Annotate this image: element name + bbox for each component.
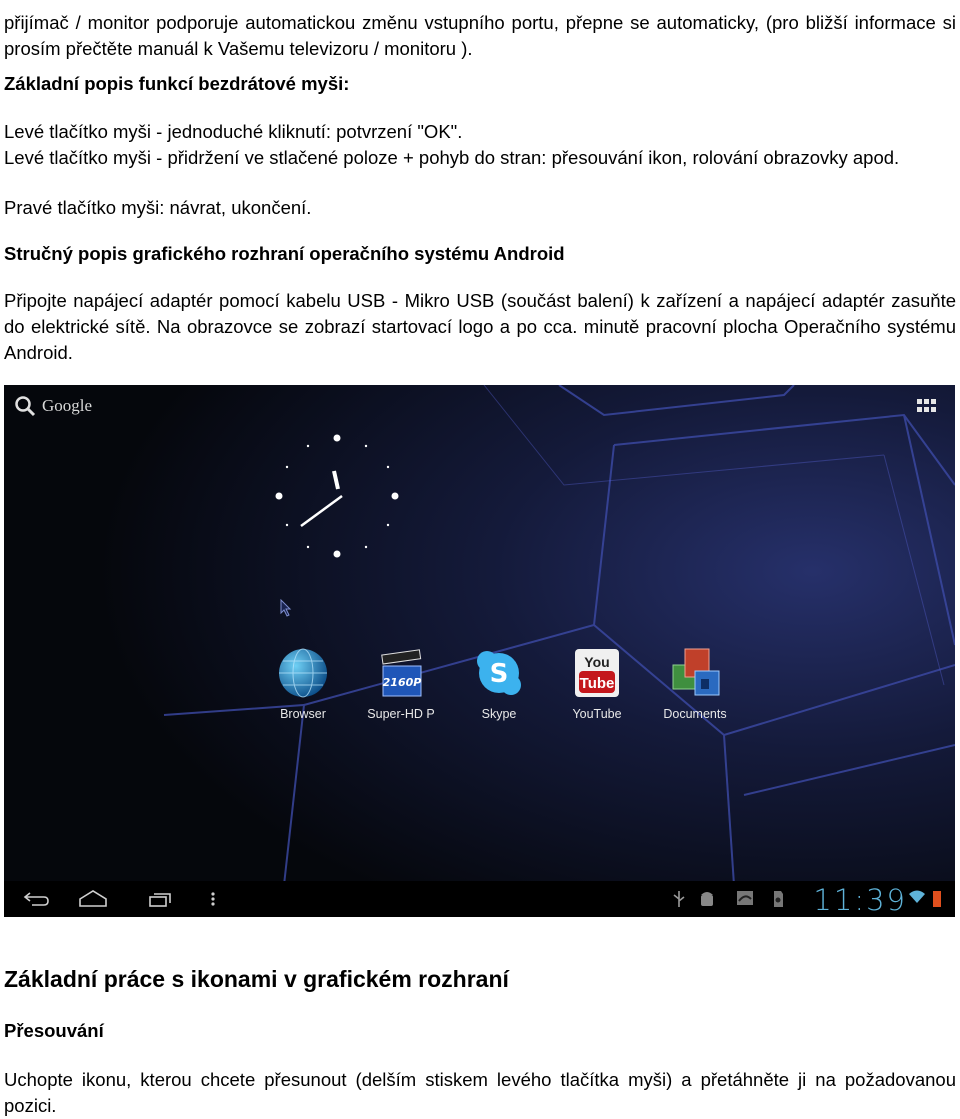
app-youtube[interactable]: You Tube YouTube bbox=[548, 647, 646, 721]
clapper-text: 2160P bbox=[383, 676, 422, 689]
skype-icon: S bbox=[477, 651, 521, 695]
google-search-bar[interactable]: Google bbox=[14, 395, 92, 417]
youtube-icon: You Tube bbox=[575, 649, 619, 697]
app-label: Browser bbox=[280, 707, 326, 721]
mouse-item-2: Levé tlačítko myši - přidržení ve stlače… bbox=[4, 147, 900, 168]
system-navigation-bar: 11:39 bbox=[4, 881, 955, 917]
mouse-item-1: Levé tlačítko myši - jednoduché kliknutí… bbox=[4, 121, 463, 142]
moving-subheading: Přesouvání bbox=[4, 1020, 104, 1041]
wifi-signal-icon bbox=[909, 890, 925, 903]
battery-low-icon bbox=[933, 891, 941, 907]
usb-icon bbox=[673, 891, 685, 907]
mouse-heading: Základní popis funkcí bezdrátové myši: bbox=[4, 73, 350, 94]
android-paragraph: Připojte napájecí adaptér pomocí kabelu … bbox=[4, 290, 956, 363]
search-icon bbox=[15, 396, 36, 417]
icons-heading: Základní práce s ikonami v grafickém roz… bbox=[4, 966, 509, 992]
app-label: Skype bbox=[481, 707, 517, 721]
app-shortcuts: Browser 2160P Super-HD P S Skype You Tub… bbox=[254, 647, 744, 721]
recent-apps-button[interactable] bbox=[148, 889, 174, 909]
mouse-pointer-icon bbox=[280, 599, 292, 617]
google-label: Google bbox=[42, 396, 93, 415]
clapperboard-2160p-icon: 2160P bbox=[381, 649, 422, 697]
sd-card-icon bbox=[774, 891, 783, 907]
intro-paragraph: přijímač / monitor podporuje automaticko… bbox=[4, 12, 956, 59]
documents-icon bbox=[672, 648, 720, 696]
app-label: Documents bbox=[663, 707, 727, 721]
youtube-top: You bbox=[584, 654, 609, 670]
android-debug-icon bbox=[701, 892, 713, 906]
skype-letter: S bbox=[490, 659, 509, 689]
mouse-item-3: Pravé tlačítko myši: návrat, ukončení. bbox=[4, 197, 312, 218]
status-time: 11:39 bbox=[813, 883, 907, 917]
app-label: Super-HD P bbox=[367, 707, 435, 721]
youtube-bottom: Tube bbox=[580, 675, 615, 692]
menu-overflow-button[interactable] bbox=[210, 889, 216, 909]
home-button[interactable] bbox=[78, 889, 108, 909]
app-browser[interactable]: Browser bbox=[254, 647, 352, 721]
back-button[interactable] bbox=[22, 889, 52, 909]
android-heading: Stručný popis grafického rozhraní operač… bbox=[4, 243, 565, 264]
android-homescreen-screenshot: Google Browser 2160P Super-HD P S Skype … bbox=[4, 385, 955, 917]
app-label: YouTube bbox=[572, 707, 622, 721]
analog-clock-widget[interactable] bbox=[274, 433, 402, 561]
browser-globe-icon bbox=[279, 648, 327, 698]
app-documents[interactable]: Documents bbox=[646, 647, 744, 721]
all-apps-button[interactable] bbox=[917, 399, 937, 415]
screenshot-notification-icon bbox=[737, 891, 753, 905]
app-super-hd-player[interactable]: 2160P Super-HD P bbox=[352, 647, 450, 721]
moving-paragraph: Uchopte ikonu, kterou chcete přesunout (… bbox=[4, 1069, 956, 1116]
app-skype[interactable]: S Skype bbox=[450, 647, 548, 721]
